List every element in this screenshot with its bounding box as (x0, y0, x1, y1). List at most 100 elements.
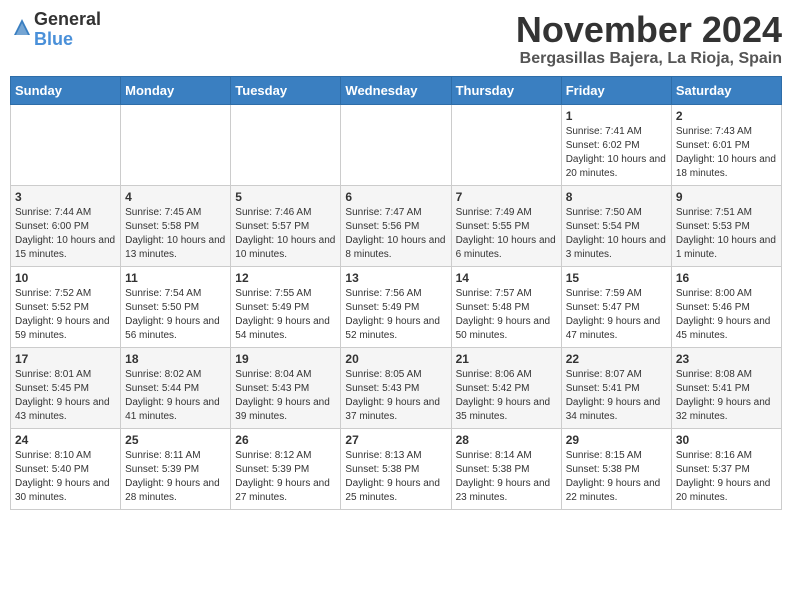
week-row-2: 10 Sunrise: 7:52 AM Sunset: 5:52 PM Dayli… (11, 266, 782, 347)
day-info: Sunrise: 7:45 AM Sunset: 5:58 PM Dayligh… (125, 206, 226, 262)
weekday-header-wednesday: Wednesday (341, 76, 451, 104)
day-number: 8 (566, 190, 667, 204)
weekday-header-sunday: Sunday (11, 76, 121, 104)
calendar-cell (341, 104, 451, 185)
day-info: Sunrise: 7:52 AM Sunset: 5:52 PM Dayligh… (15, 287, 116, 343)
calendar-cell: 7 Sunrise: 7:49 AM Sunset: 5:55 PM Daylig… (451, 185, 561, 266)
day-info: Sunrise: 7:56 AM Sunset: 5:49 PM Dayligh… (345, 287, 446, 343)
day-info: Sunrise: 8:16 AM Sunset: 5:37 PM Dayligh… (676, 449, 777, 505)
calendar-cell: 2 Sunrise: 7:43 AM Sunset: 6:01 PM Daylig… (671, 104, 781, 185)
day-number: 29 (566, 433, 667, 447)
calendar-cell (231, 104, 341, 185)
calendar-cell: 12 Sunrise: 7:55 AM Sunset: 5:49 PM Dayli… (231, 266, 341, 347)
day-info: Sunrise: 8:04 AM Sunset: 5:43 PM Dayligh… (235, 368, 336, 424)
week-row-3: 17 Sunrise: 8:01 AM Sunset: 5:45 PM Dayli… (11, 347, 782, 428)
calendar-cell: 5 Sunrise: 7:46 AM Sunset: 5:57 PM Daylig… (231, 185, 341, 266)
week-row-1: 3 Sunrise: 7:44 AM Sunset: 6:00 PM Daylig… (11, 185, 782, 266)
calendar-cell (121, 104, 231, 185)
calendar-cell: 10 Sunrise: 7:52 AM Sunset: 5:52 PM Dayli… (11, 266, 121, 347)
day-number: 9 (676, 190, 777, 204)
calendar-cell: 11 Sunrise: 7:54 AM Sunset: 5:50 PM Dayli… (121, 266, 231, 347)
day-number: 2 (676, 109, 777, 123)
day-number: 16 (676, 271, 777, 285)
day-number: 3 (15, 190, 116, 204)
logo-icon (12, 17, 32, 37)
weekday-header-tuesday: Tuesday (231, 76, 341, 104)
calendar-cell: 16Sunrise: 8:00 AM Sunset: 5:46 PM Dayli… (671, 266, 781, 347)
day-info: Sunrise: 8:01 AM Sunset: 5:45 PM Dayligh… (15, 368, 116, 424)
day-number: 12 (235, 271, 336, 285)
calendar-cell: 24Sunrise: 8:10 AM Sunset: 5:40 PM Dayli… (11, 428, 121, 509)
day-number: 28 (456, 433, 557, 447)
calendar-cell: 13Sunrise: 7:56 AM Sunset: 5:49 PM Dayli… (341, 266, 451, 347)
calendar-cell: 4Sunrise: 7:45 AM Sunset: 5:58 PM Daylig… (121, 185, 231, 266)
calendar-cell: 21 Sunrise: 8:06 AM Sunset: 5:42 PM Dayli… (451, 347, 561, 428)
day-info: Sunrise: 7:55 AM Sunset: 5:49 PM Dayligh… (235, 287, 336, 343)
day-info: Sunrise: 8:14 AM Sunset: 5:38 PM Dayligh… (456, 449, 557, 505)
calendar-cell: 8 Sunrise: 7:50 AM Sunset: 5:54 PM Daylig… (561, 185, 671, 266)
week-row-4: 24Sunrise: 8:10 AM Sunset: 5:40 PM Dayli… (11, 428, 782, 509)
weekday-header-monday: Monday (121, 76, 231, 104)
location-title: Bergasillas Bajera, La Rioja, Spain (516, 50, 782, 68)
calendar-table: SundayMondayTuesdayWednesdayThursdayFrid… (10, 76, 782, 510)
day-info: Sunrise: 7:44 AM Sunset: 6:00 PM Dayligh… (15, 206, 116, 262)
weekday-header-thursday: Thursday (451, 76, 561, 104)
day-info: Sunrise: 8:15 AM Sunset: 5:38 PM Dayligh… (566, 449, 667, 505)
calendar-cell: 3 Sunrise: 7:44 AM Sunset: 6:00 PM Daylig… (11, 185, 121, 266)
day-info: Sunrise: 8:02 AM Sunset: 5:44 PM Dayligh… (125, 368, 226, 424)
calendar-cell: 1Sunrise: 7:41 AM Sunset: 6:02 PM Daylig… (561, 104, 671, 185)
day-number: 18 (125, 352, 226, 366)
day-number: 22 (566, 352, 667, 366)
day-number: 23 (676, 352, 777, 366)
page-header: General Blue November 2024 Bergasillas B… (10, 10, 782, 68)
day-number: 17 (15, 352, 116, 366)
calendar-cell (451, 104, 561, 185)
day-number: 30 (676, 433, 777, 447)
day-number: 10 (15, 271, 116, 285)
day-number: 11 (125, 271, 226, 285)
day-number: 7 (456, 190, 557, 204)
day-number: 24 (15, 433, 116, 447)
day-number: 14 (456, 271, 557, 285)
day-number: 25 (125, 433, 226, 447)
day-info: Sunrise: 8:12 AM Sunset: 5:39 PM Dayligh… (235, 449, 336, 505)
month-title: November 2024 (516, 10, 782, 50)
calendar-cell: 29 Sunrise: 8:15 AM Sunset: 5:38 PM Dayli… (561, 428, 671, 509)
calendar-cell: 25 Sunrise: 8:11 AM Sunset: 5:39 PM Dayli… (121, 428, 231, 509)
calendar-cell: 23Sunrise: 8:08 AM Sunset: 5:41 PM Dayli… (671, 347, 781, 428)
calendar-cell: 28 Sunrise: 8:14 AM Sunset: 5:38 PM Dayli… (451, 428, 561, 509)
day-info: Sunrise: 8:07 AM Sunset: 5:41 PM Dayligh… (566, 368, 667, 424)
day-number: 21 (456, 352, 557, 366)
day-info: Sunrise: 7:54 AM Sunset: 5:50 PM Dayligh… (125, 287, 226, 343)
calendar-cell: 14 Sunrise: 7:57 AM Sunset: 5:48 PM Dayli… (451, 266, 561, 347)
day-info: Sunrise: 8:11 AM Sunset: 5:39 PM Dayligh… (125, 449, 226, 505)
day-number: 26 (235, 433, 336, 447)
calendar-cell: 9Sunrise: 7:51 AM Sunset: 5:53 PM Daylig… (671, 185, 781, 266)
day-number: 19 (235, 352, 336, 366)
day-info: Sunrise: 8:13 AM Sunset: 5:38 PM Dayligh… (345, 449, 446, 505)
day-number: 27 (345, 433, 446, 447)
calendar-cell (11, 104, 121, 185)
day-info: Sunrise: 7:57 AM Sunset: 5:48 PM Dayligh… (456, 287, 557, 343)
calendar-cell: 30 Sunrise: 8:16 AM Sunset: 5:37 PM Dayli… (671, 428, 781, 509)
calendar-cell: 18 Sunrise: 8:02 AM Sunset: 5:44 PM Dayli… (121, 347, 231, 428)
week-row-0: 1Sunrise: 7:41 AM Sunset: 6:02 PM Daylig… (11, 104, 782, 185)
calendar-cell: 19 Sunrise: 8:04 AM Sunset: 5:43 PM Dayli… (231, 347, 341, 428)
day-info: Sunrise: 7:47 AM Sunset: 5:56 PM Dayligh… (345, 206, 446, 262)
day-info: Sunrise: 7:49 AM Sunset: 5:55 PM Dayligh… (456, 206, 557, 262)
calendar-cell: 26 Sunrise: 8:12 AM Sunset: 5:39 PM Dayli… (231, 428, 341, 509)
weekday-header-row: SundayMondayTuesdayWednesdayThursdayFrid… (11, 76, 782, 104)
logo-text: General Blue (34, 10, 101, 50)
day-number: 1 (566, 109, 667, 123)
day-number: 5 (235, 190, 336, 204)
day-info: Sunrise: 8:06 AM Sunset: 5:42 PM Dayligh… (456, 368, 557, 424)
day-info: Sunrise: 8:05 AM Sunset: 5:43 PM Dayligh… (345, 368, 446, 424)
day-info: Sunrise: 7:50 AM Sunset: 5:54 PM Dayligh… (566, 206, 667, 262)
day-info: Sunrise: 7:43 AM Sunset: 6:01 PM Dayligh… (676, 125, 777, 181)
title-block: November 2024 Bergasillas Bajera, La Rio… (516, 10, 782, 68)
calendar-cell: 17 Sunrise: 8:01 AM Sunset: 5:45 PM Dayli… (11, 347, 121, 428)
day-info: Sunrise: 7:59 AM Sunset: 5:47 PM Dayligh… (566, 287, 667, 343)
calendar-cell: 27 Sunrise: 8:13 AM Sunset: 5:38 PM Dayli… (341, 428, 451, 509)
calendar-cell: 20Sunrise: 8:05 AM Sunset: 5:43 PM Dayli… (341, 347, 451, 428)
day-info: Sunrise: 7:46 AM Sunset: 5:57 PM Dayligh… (235, 206, 336, 262)
